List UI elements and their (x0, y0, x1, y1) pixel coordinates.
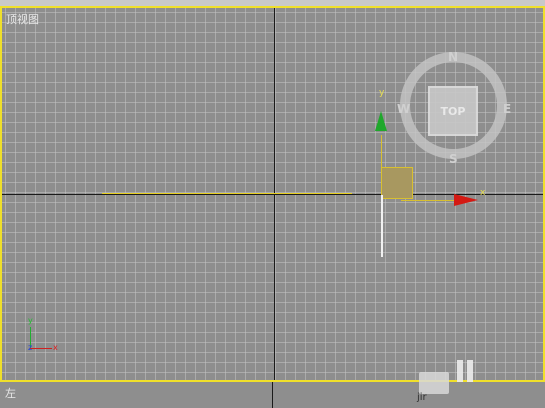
compass-west[interactable]: W (397, 102, 410, 116)
gizmo-x-line[interactable] (401, 200, 461, 201)
compass-east[interactable]: E (503, 102, 511, 116)
viewport-top[interactable]: 顶视图 y x N S E W TOP y x z (0, 6, 545, 382)
tripod-x-axis (30, 348, 52, 349)
watermark-bar-icon (467, 360, 473, 382)
gizmo-y-arrow-icon[interactable] (375, 111, 387, 131)
compass-north[interactable]: N (448, 50, 458, 64)
view-cube-top-face[interactable]: TOP (428, 86, 478, 136)
watermark-text: jir (417, 392, 427, 403)
gizmo-x-label: x (480, 188, 486, 198)
watermark-logo-icon (419, 372, 449, 394)
world-axis-vertical-left (272, 382, 273, 408)
viewport-left-label[interactable]: 左 (5, 385, 16, 401)
gizmo-y-line[interactable] (381, 135, 382, 187)
tripod-y-label: y (28, 316, 33, 325)
gizmo-x-arrow-icon[interactable] (454, 194, 478, 206)
gizmo-y-label: y (379, 88, 385, 98)
viewport-label[interactable]: 顶视图 (6, 11, 39, 27)
watermark: jir (415, 358, 545, 408)
watermark-bar-icon (457, 360, 463, 382)
view-cube[interactable]: N S E W TOP (396, 48, 511, 166)
selected-edge (381, 195, 383, 257)
selected-line-object[interactable] (102, 193, 352, 194)
world-axis-tripod: y x z (24, 316, 64, 359)
tripod-z-label: z (28, 343, 33, 352)
selected-object[interactable] (381, 167, 413, 199)
view-cube-top-label: TOP (440, 104, 466, 118)
tripod-x-label: x (53, 343, 58, 352)
compass-south[interactable]: S (449, 152, 458, 166)
